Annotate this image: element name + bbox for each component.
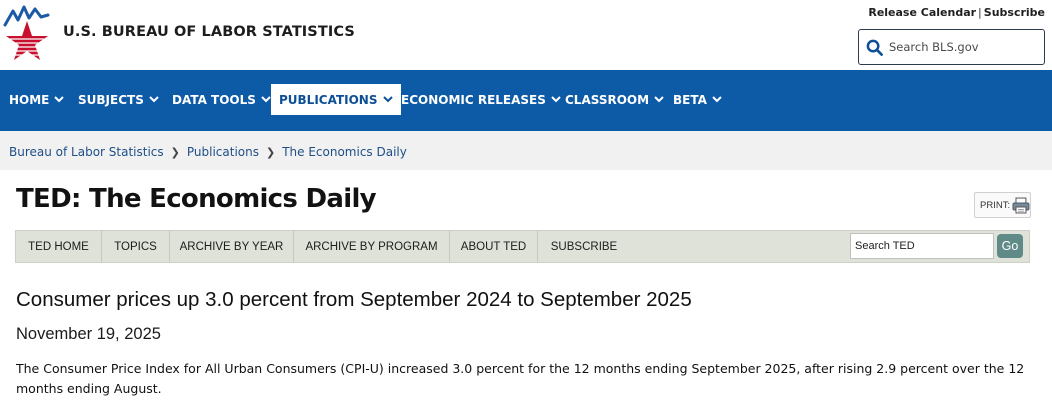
site-header: U.S. BUREAU OF LABOR STATISTICS Release … [0,0,1052,70]
chevron-right-icon: ❯ [170,145,180,159]
chevron-down-icon [382,96,393,103]
print-label: PRINT: [980,199,1011,211]
chevron-down-icon [551,96,561,103]
ted-search-input[interactable] [850,233,994,259]
article-headline: Consumer prices up 3.0 percent from Sept… [16,288,692,311]
release-calendar-link[interactable]: Release Calendar [868,6,976,19]
article-date: November 19, 2025 [16,325,161,343]
chevron-down-icon [149,96,159,103]
subscribe-link[interactable]: Subscribe [984,6,1045,19]
nav-home[interactable]: HOME [9,84,65,115]
nav-home-label: HOME [9,92,50,107]
nav-publications-label: PUBLICATIONS [279,92,378,107]
chevron-right-icon: ❯ [265,145,276,159]
nav-classroom[interactable]: CLASSROOM [565,84,664,115]
chevron-down-icon [54,96,65,103]
nav-beta-label: BETA [673,92,707,107]
utility-separator: | [978,6,982,19]
nav-publications[interactable]: PUBLICATIONS [271,84,401,115]
tab-archive-by-program[interactable]: ARCHIVE BY PROGRAM [294,231,450,262]
nav-subjects[interactable]: SUBJECTS [78,84,159,115]
tab-archive-by-year[interactable]: ARCHIVE BY YEAR [170,231,294,262]
tab-ted-home[interactable]: TED HOME [16,231,102,262]
nav-economic-releases[interactable]: ECONOMIC RELEASES [401,84,561,115]
utility-links: Release Calendar | Subscribe [868,6,1045,19]
bls-logo[interactable] [2,3,52,61]
nav-economic-releases-label: ECONOMIC RELEASES [401,92,546,107]
breadcrumb-ted[interactable]: The Economics Daily [282,145,407,159]
tab-about-ted[interactable]: ABOUT TED [450,231,538,262]
tab-topics[interactable]: TOPICS [102,231,170,262]
ted-nav: TED HOME TOPICS ARCHIVE BY YEAR ARCHIVE … [15,230,1030,263]
agency-name[interactable]: U.S. BUREAU OF LABOR STATISTICS [63,24,355,40]
print-button[interactable]: PRINT: [974,192,1031,218]
nav-classroom-label: CLASSROOM [565,92,650,107]
nav-data-tools[interactable]: DATA TOOLS [172,84,271,115]
breadcrumb-publications[interactable]: Publications [187,145,259,159]
search-icon[interactable] [866,39,883,56]
breadcrumb-bls[interactable]: Bureau of Labor Statistics [9,145,164,159]
page-title: TED: The Economics Daily [16,184,377,214]
chevron-down-icon [654,96,664,103]
tab-subscribe[interactable]: SUBSCRIBE [538,231,630,262]
printer-icon [1012,197,1030,213]
site-search-box[interactable] [858,29,1045,65]
chevron-down-icon [261,96,271,103]
main-nav: HOME SUBJECTS DATA TOOLS PUBLICATIONS EC… [0,70,1052,131]
article-body: The Consumer Price Index for All Urban C… [16,361,1025,396]
breadcrumb: Bureau of Labor Statistics ❯ Publication… [0,131,1052,170]
nav-beta[interactable]: BETA [673,84,722,115]
nav-data-tools-label: DATA TOOLS [172,92,256,107]
go-button[interactable]: Go [997,234,1023,258]
nav-subjects-label: SUBJECTS [78,92,144,107]
chevron-down-icon [712,96,722,103]
breadcrumb-row: Bureau of Labor Statistics ❯ Publication… [9,145,407,159]
site-search-input[interactable] [889,38,1039,56]
